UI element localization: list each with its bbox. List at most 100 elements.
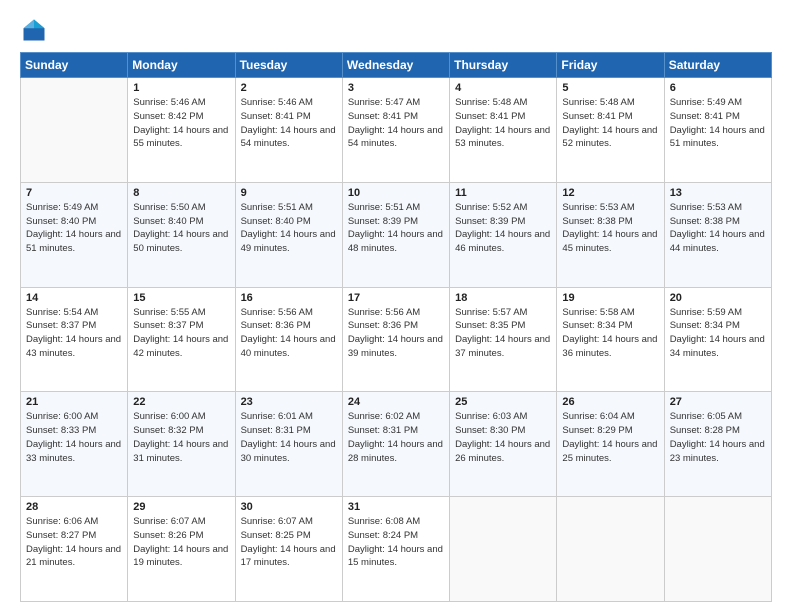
- sunset-text: Sunset: 8:31 PM: [241, 425, 311, 436]
- day-number: 24: [348, 396, 444, 408]
- day-cell: 27 Sunrise: 6:05 AM Sunset: 8:28 PM Dayl…: [664, 392, 771, 497]
- day-info: Sunrise: 5:48 AM Sunset: 8:41 PM Dayligh…: [562, 96, 658, 151]
- day-cell: 14 Sunrise: 5:54 AM Sunset: 8:37 PM Dayl…: [21, 287, 128, 392]
- sunrise-text: Sunrise: 6:05 AM: [670, 411, 742, 422]
- daylight-text: Daylight: 14 hours and 55 minutes.: [133, 125, 228, 150]
- daylight-text: Daylight: 14 hours and 51 minutes.: [26, 229, 121, 254]
- sunset-text: Sunset: 8:25 PM: [241, 530, 311, 541]
- day-info: Sunrise: 5:51 AM Sunset: 8:40 PM Dayligh…: [241, 201, 337, 256]
- sunrise-text: Sunrise: 6:07 AM: [133, 516, 205, 527]
- day-info: Sunrise: 6:00 AM Sunset: 8:33 PM Dayligh…: [26, 410, 122, 465]
- day-cell: 11 Sunrise: 5:52 AM Sunset: 8:39 PM Dayl…: [450, 182, 557, 287]
- sunset-text: Sunset: 8:33 PM: [26, 425, 96, 436]
- daylight-text: Daylight: 14 hours and 39 minutes.: [348, 334, 443, 359]
- day-info: Sunrise: 5:58 AM Sunset: 8:34 PM Dayligh…: [562, 306, 658, 361]
- day-cell: 19 Sunrise: 5:58 AM Sunset: 8:34 PM Dayl…: [557, 287, 664, 392]
- sunrise-text: Sunrise: 5:48 AM: [562, 97, 634, 108]
- day-number: 26: [562, 396, 658, 408]
- header-cell-friday: Friday: [557, 53, 664, 78]
- day-info: Sunrise: 6:08 AM Sunset: 8:24 PM Dayligh…: [348, 515, 444, 570]
- daylight-text: Daylight: 14 hours and 28 minutes.: [348, 439, 443, 464]
- day-number: 3: [348, 82, 444, 94]
- sunrise-text: Sunrise: 6:02 AM: [348, 411, 420, 422]
- day-cell: 28 Sunrise: 6:06 AM Sunset: 8:27 PM Dayl…: [21, 497, 128, 602]
- day-info: Sunrise: 6:04 AM Sunset: 8:29 PM Dayligh…: [562, 410, 658, 465]
- sunrise-text: Sunrise: 6:03 AM: [455, 411, 527, 422]
- day-number: 29: [133, 501, 229, 513]
- day-info: Sunrise: 5:46 AM Sunset: 8:41 PM Dayligh…: [241, 96, 337, 151]
- day-number: 10: [348, 187, 444, 199]
- day-number: 21: [26, 396, 122, 408]
- sunrise-text: Sunrise: 5:49 AM: [670, 97, 742, 108]
- sunrise-text: Sunrise: 5:53 AM: [562, 202, 634, 213]
- sunset-text: Sunset: 8:41 PM: [455, 111, 525, 122]
- sunrise-text: Sunrise: 6:00 AM: [26, 411, 98, 422]
- daylight-text: Daylight: 14 hours and 45 minutes.: [562, 229, 657, 254]
- sunset-text: Sunset: 8:41 PM: [670, 111, 740, 122]
- day-cell: 21 Sunrise: 6:00 AM Sunset: 8:33 PM Dayl…: [21, 392, 128, 497]
- day-info: Sunrise: 6:01 AM Sunset: 8:31 PM Dayligh…: [241, 410, 337, 465]
- week-row-4: 28 Sunrise: 6:06 AM Sunset: 8:27 PM Dayl…: [21, 497, 772, 602]
- daylight-text: Daylight: 14 hours and 48 minutes.: [348, 229, 443, 254]
- day-info: Sunrise: 5:49 AM Sunset: 8:40 PM Dayligh…: [26, 201, 122, 256]
- day-info: Sunrise: 5:53 AM Sunset: 8:38 PM Dayligh…: [562, 201, 658, 256]
- daylight-text: Daylight: 14 hours and 34 minutes.: [670, 334, 765, 359]
- day-info: Sunrise: 5:47 AM Sunset: 8:41 PM Dayligh…: [348, 96, 444, 151]
- daylight-text: Daylight: 14 hours and 19 minutes.: [133, 544, 228, 569]
- sunrise-text: Sunrise: 5:56 AM: [348, 307, 420, 318]
- day-number: 23: [241, 396, 337, 408]
- day-number: 1: [133, 82, 229, 94]
- week-row-1: 7 Sunrise: 5:49 AM Sunset: 8:40 PM Dayli…: [21, 182, 772, 287]
- sunset-text: Sunset: 8:29 PM: [562, 425, 632, 436]
- day-number: 19: [562, 292, 658, 304]
- daylight-text: Daylight: 14 hours and 53 minutes.: [455, 125, 550, 150]
- sunrise-text: Sunrise: 5:50 AM: [133, 202, 205, 213]
- day-info: Sunrise: 5:52 AM Sunset: 8:39 PM Dayligh…: [455, 201, 551, 256]
- day-cell: 2 Sunrise: 5:46 AM Sunset: 8:41 PM Dayli…: [235, 78, 342, 183]
- day-info: Sunrise: 5:54 AM Sunset: 8:37 PM Dayligh…: [26, 306, 122, 361]
- day-number: 28: [26, 501, 122, 513]
- daylight-text: Daylight: 14 hours and 52 minutes.: [562, 125, 657, 150]
- day-number: 6: [670, 82, 766, 94]
- day-number: 7: [26, 187, 122, 199]
- day-number: 14: [26, 292, 122, 304]
- daylight-text: Daylight: 14 hours and 51 minutes.: [670, 125, 765, 150]
- daylight-text: Daylight: 14 hours and 25 minutes.: [562, 439, 657, 464]
- day-number: 30: [241, 501, 337, 513]
- day-info: Sunrise: 6:07 AM Sunset: 8:26 PM Dayligh…: [133, 515, 229, 570]
- day-number: 11: [455, 187, 551, 199]
- day-info: Sunrise: 6:05 AM Sunset: 8:28 PM Dayligh…: [670, 410, 766, 465]
- day-cell: 16 Sunrise: 5:56 AM Sunset: 8:36 PM Dayl…: [235, 287, 342, 392]
- day-cell: [557, 497, 664, 602]
- sunrise-text: Sunrise: 6:00 AM: [133, 411, 205, 422]
- day-cell: 9 Sunrise: 5:51 AM Sunset: 8:40 PM Dayli…: [235, 182, 342, 287]
- day-cell: 1 Sunrise: 5:46 AM Sunset: 8:42 PM Dayli…: [128, 78, 235, 183]
- day-cell: 23 Sunrise: 6:01 AM Sunset: 8:31 PM Dayl…: [235, 392, 342, 497]
- day-info: Sunrise: 5:53 AM Sunset: 8:38 PM Dayligh…: [670, 201, 766, 256]
- daylight-text: Daylight: 14 hours and 26 minutes.: [455, 439, 550, 464]
- day-info: Sunrise: 5:55 AM Sunset: 8:37 PM Dayligh…: [133, 306, 229, 361]
- week-row-2: 14 Sunrise: 5:54 AM Sunset: 8:37 PM Dayl…: [21, 287, 772, 392]
- day-cell: 8 Sunrise: 5:50 AM Sunset: 8:40 PM Dayli…: [128, 182, 235, 287]
- day-info: Sunrise: 5:50 AM Sunset: 8:40 PM Dayligh…: [133, 201, 229, 256]
- day-cell: 24 Sunrise: 6:02 AM Sunset: 8:31 PM Dayl…: [342, 392, 449, 497]
- day-number: 25: [455, 396, 551, 408]
- page: SundayMondayTuesdayWednesdayThursdayFrid…: [0, 0, 792, 612]
- daylight-text: Daylight: 14 hours and 40 minutes.: [241, 334, 336, 359]
- sunrise-text: Sunrise: 5:51 AM: [241, 202, 313, 213]
- day-cell: 5 Sunrise: 5:48 AM Sunset: 8:41 PM Dayli…: [557, 78, 664, 183]
- day-cell: 31 Sunrise: 6:08 AM Sunset: 8:24 PM Dayl…: [342, 497, 449, 602]
- sunrise-text: Sunrise: 5:54 AM: [26, 307, 98, 318]
- sunrise-text: Sunrise: 5:57 AM: [455, 307, 527, 318]
- day-cell: 10 Sunrise: 5:51 AM Sunset: 8:39 PM Dayl…: [342, 182, 449, 287]
- sunrise-text: Sunrise: 5:48 AM: [455, 97, 527, 108]
- sunset-text: Sunset: 8:41 PM: [348, 111, 418, 122]
- day-number: 5: [562, 82, 658, 94]
- logo-icon: [20, 16, 48, 44]
- daylight-text: Daylight: 14 hours and 50 minutes.: [133, 229, 228, 254]
- day-number: 4: [455, 82, 551, 94]
- day-cell: 26 Sunrise: 6:04 AM Sunset: 8:29 PM Dayl…: [557, 392, 664, 497]
- sunrise-text: Sunrise: 5:47 AM: [348, 97, 420, 108]
- day-cell: 12 Sunrise: 5:53 AM Sunset: 8:38 PM Dayl…: [557, 182, 664, 287]
- sunset-text: Sunset: 8:39 PM: [455, 216, 525, 227]
